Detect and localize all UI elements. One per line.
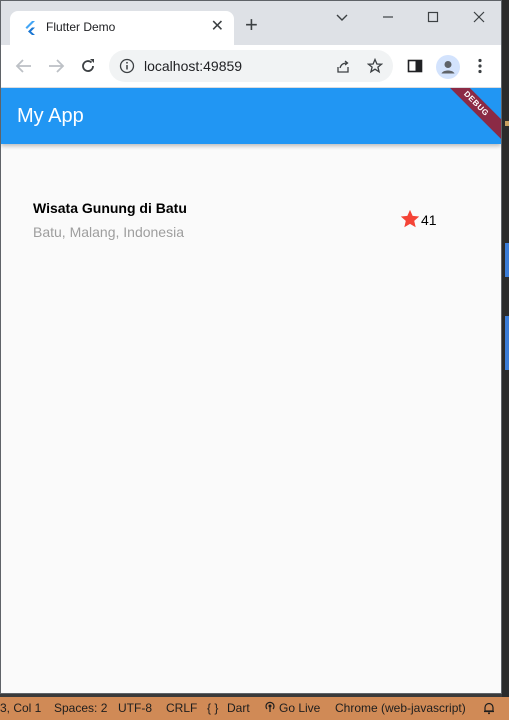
star-count: 41 xyxy=(421,212,437,228)
place-location: Batu, Malang, Indonesia xyxy=(33,224,184,240)
app-title: My App xyxy=(17,105,84,127)
language-mode[interactable]: Dart xyxy=(227,701,250,715)
back-arrow-icon[interactable] xyxy=(14,56,34,76)
minimize-button[interactable] xyxy=(376,7,400,27)
share-icon[interactable] xyxy=(335,58,351,74)
url-text[interactable]: localhost:49859 xyxy=(144,58,242,74)
side-panel-icon[interactable] xyxy=(406,57,424,75)
site-info-icon[interactable] xyxy=(119,58,135,74)
page-viewport: My App DEBUG Wisata Gunung di Batu Batu,… xyxy=(1,88,501,693)
menu-dots-icon[interactable] xyxy=(471,57,489,75)
go-live-button[interactable]: Go Live xyxy=(279,701,320,715)
close-window-button[interactable] xyxy=(467,7,491,27)
maximize-button[interactable] xyxy=(421,7,445,27)
browser-tab[interactable]: Flutter Demo ✕ xyxy=(10,11,234,45)
close-tab-icon[interactable]: ✕ xyxy=(211,17,224,37)
reload-icon[interactable] xyxy=(78,56,98,76)
cursor-position[interactable]: 3, Col 1 xyxy=(0,701,41,715)
address-bar[interactable]: localhost:49859 xyxy=(109,50,393,82)
debug-target[interactable]: Chrome (web-javascript) xyxy=(335,701,466,715)
bookmark-star-icon[interactable] xyxy=(367,58,383,74)
place-list-item: Wisata Gunung di Batu Batu, Malang, Indo… xyxy=(33,200,443,244)
editor-status-bar: 3, Col 1 Spaces: 2 UTF-8 CRLF { } Dart G… xyxy=(0,697,509,720)
profile-avatar-icon[interactable] xyxy=(436,55,460,79)
star-icon[interactable] xyxy=(399,208,421,230)
new-tab-button[interactable]: + xyxy=(245,14,258,36)
debug-banner: DEBUG xyxy=(432,88,501,148)
forward-arrow-icon[interactable] xyxy=(46,56,66,76)
broadcast-icon xyxy=(264,701,276,716)
indentation-setting[interactable]: Spaces: 2 xyxy=(54,701,107,715)
tab-search-icon[interactable] xyxy=(330,7,354,27)
app-bar: My App DEBUG xyxy=(1,88,501,148)
editor-edge-marker xyxy=(505,121,509,126)
editor-edge-marker xyxy=(505,243,509,277)
title-bar: Flutter Demo ✕ + xyxy=(1,1,501,45)
place-title: Wisata Gunung di Batu xyxy=(33,200,187,216)
notification-bell-icon[interactable] xyxy=(482,701,496,718)
editor-edge-marker xyxy=(505,316,509,370)
browser-toolbar: localhost:49859 xyxy=(1,45,501,88)
file-encoding[interactable]: UTF-8 xyxy=(118,701,152,715)
tab-title: Flutter Demo xyxy=(46,20,116,34)
braces-icon: { } xyxy=(207,701,219,715)
browser-window: Flutter Demo ✕ + localhost:49859 My App … xyxy=(0,0,502,694)
line-ending[interactable]: CRLF xyxy=(166,701,197,715)
flutter-icon xyxy=(25,21,35,35)
